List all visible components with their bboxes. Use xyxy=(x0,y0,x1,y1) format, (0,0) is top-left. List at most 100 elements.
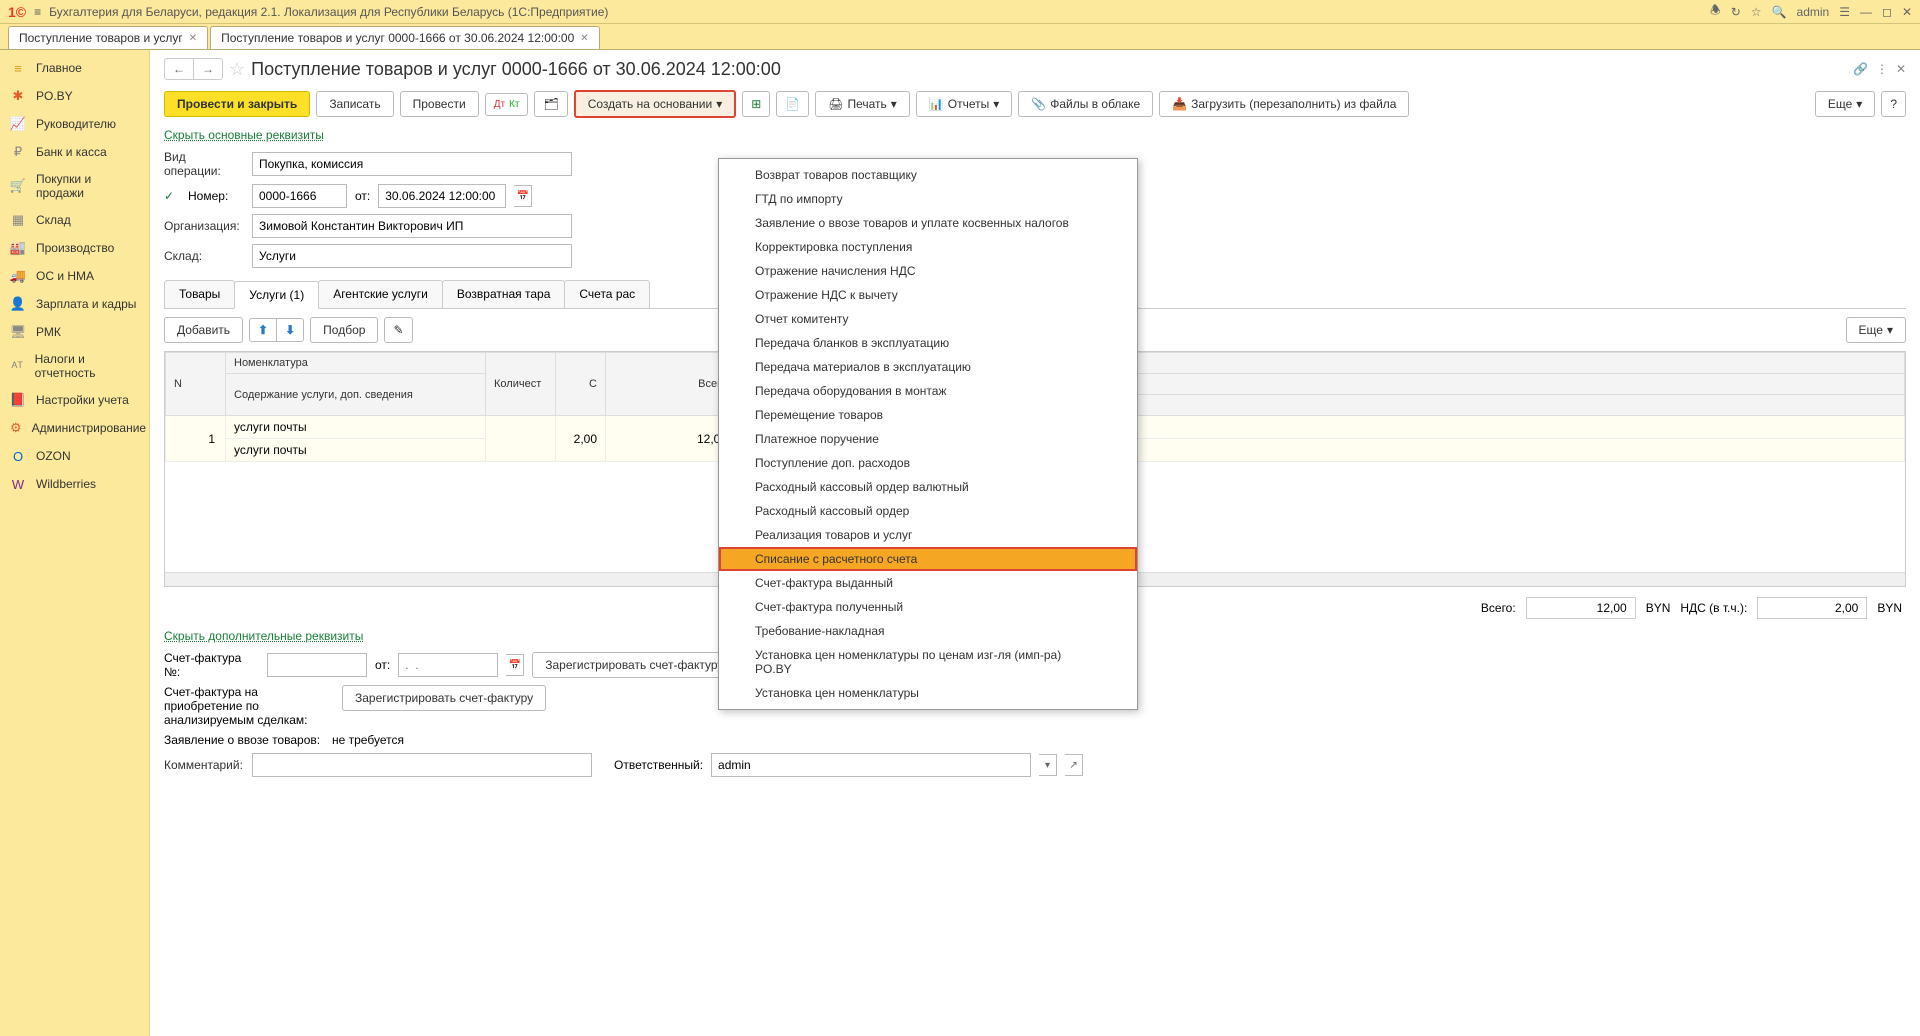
dropdown-item[interactable]: Заявление о ввозе товаров и уплате косве… xyxy=(719,211,1137,235)
dropdown-item[interactable]: Перемещение товаров xyxy=(719,403,1137,427)
sozdat-na-osnovanii-button[interactable]: Создать на основании ▾ xyxy=(574,90,737,118)
dropdown-item[interactable]: Передача оборудования в монтаж xyxy=(719,379,1137,403)
more-icon[interactable]: ⋮ xyxy=(1876,62,1888,76)
minimize-icon[interactable]: — xyxy=(1860,5,1872,19)
sidebar-item[interactable]: OOZON xyxy=(0,442,149,470)
favorite-star[interactable]: ☆ xyxy=(229,59,245,80)
provesti-zakryt-button[interactable]: Провести и закрыть xyxy=(164,91,310,117)
tree-icon-button[interactable]: 🗂 xyxy=(534,91,567,117)
down-arrow-button[interactable]: ⬇ xyxy=(277,319,303,341)
dropdown-item[interactable]: Счет-фактура выданный xyxy=(719,571,1137,595)
doc-tab[interactable]: Агентские услуги xyxy=(318,280,443,308)
dropdown-item[interactable]: Счет-фактура полученный xyxy=(719,595,1137,619)
close-icon[interactable]: ✕ xyxy=(189,33,197,44)
forward-arrow[interactable]: → xyxy=(194,59,222,79)
dropdown-item[interactable]: Требование-накладная xyxy=(719,619,1137,643)
calendar-icon[interactable]: 📅 xyxy=(514,185,532,207)
sidebar-item[interactable]: 📈Руководителю xyxy=(0,110,149,138)
link-icon[interactable]: 🔗 xyxy=(1853,62,1868,76)
dropdown-item[interactable]: Возврат товаров поставщику xyxy=(719,163,1137,187)
search-icon[interactable]: 🔍 xyxy=(1772,5,1787,19)
pechat-button[interactable]: 🖨 Печать ▾ xyxy=(815,91,910,117)
tab-item[interactable]: Поступление товаров и услуг 0000-1666 от… xyxy=(210,26,600,49)
edit-icon-button[interactable]: ✎ xyxy=(384,317,412,343)
sidebar-item[interactable]: 🏭Производство xyxy=(0,234,149,262)
sidebar-item[interactable]: 🖥РМК xyxy=(0,318,149,346)
vid-operacii-input[interactable] xyxy=(252,152,572,176)
user-name[interactable]: admin xyxy=(1797,5,1830,19)
doc-tab[interactable]: Возвратная тара xyxy=(442,280,566,308)
schet-faktura-date[interactable] xyxy=(398,653,498,677)
dropdown-item[interactable]: Расходный кассовый ордер валютный xyxy=(719,475,1137,499)
cell-nomenklatura[interactable]: услуги почты xyxy=(226,416,486,439)
sidebar-item[interactable]: ₽Банк и касса xyxy=(0,138,149,166)
dropdown-item[interactable]: Поступление доп. расходов xyxy=(719,451,1137,475)
kommentarij-input[interactable] xyxy=(252,753,592,777)
fayly-button[interactable]: 📎 Файлы в облаке xyxy=(1018,91,1153,117)
sidebar-item[interactable]: ▦Склад xyxy=(0,206,149,234)
esche-button[interactable]: Еще ▾ xyxy=(1815,91,1875,117)
cell-s[interactable]: 2,00 xyxy=(556,416,606,462)
nomer-input[interactable] xyxy=(252,184,347,208)
star-icon[interactable]: ☆ xyxy=(1751,5,1762,19)
sidebar-item[interactable]: ✱PO.BY xyxy=(0,82,149,110)
dropdown-item[interactable]: Отражение начисления НДС xyxy=(719,259,1137,283)
sklad-input[interactable] xyxy=(252,244,572,268)
sidebar-item[interactable]: ⚙Администрирование xyxy=(0,414,149,442)
schet-faktura-input[interactable] xyxy=(267,653,367,677)
cell-n[interactable]: 1 xyxy=(166,416,226,462)
doc-tab[interactable]: Счета рас xyxy=(564,280,650,308)
menu-icon[interactable]: ☰ xyxy=(1839,5,1850,19)
doc-tab[interactable]: Услуги (1) xyxy=(234,281,319,309)
dropdown-item[interactable]: Расходный кассовый ордер xyxy=(719,499,1137,523)
podbor-button[interactable]: Подбор xyxy=(310,317,378,343)
zapisat-button[interactable]: Записать xyxy=(316,91,393,117)
dropdown-item[interactable]: ГТД по импорту xyxy=(719,187,1137,211)
dropdown-item[interactable]: Платежное поручение xyxy=(719,427,1137,451)
zareg-faktura2-button[interactable]: Зарегистрировать счет-фактуру xyxy=(342,685,546,711)
close-icon[interactable]: ✕ xyxy=(1896,62,1906,76)
back-arrow[interactable]: ← xyxy=(165,59,194,79)
sidebar-item[interactable]: WWildberries xyxy=(0,470,149,498)
sidebar-item[interactable]: ≡Главное xyxy=(0,54,149,82)
cell-soderzhanie[interactable]: услуги почты xyxy=(226,439,486,462)
date-input[interactable] xyxy=(378,184,506,208)
close-icon[interactable]: ✕ xyxy=(580,33,588,44)
calendar-icon[interactable]: 📅 xyxy=(506,654,524,676)
sidebar-item[interactable]: 👤Зарплата и кадры xyxy=(0,290,149,318)
zagruzit-button[interactable]: 📥 Загрузить (перезаполнить) из файла xyxy=(1159,91,1409,117)
doc-tab[interactable]: Товары xyxy=(164,280,235,308)
esche-sub-button[interactable]: Еще ▾ xyxy=(1846,317,1906,343)
otvetstvennyj-input[interactable] xyxy=(711,753,1031,777)
sidebar-item[interactable]: 📕Настройки учета xyxy=(0,386,149,414)
bell-icon[interactable]: 🕭 xyxy=(1710,1,1721,22)
provesti-button[interactable]: Провести xyxy=(400,91,479,117)
dropdown-item[interactable]: Передача бланков в эксплуатацию xyxy=(719,331,1137,355)
sidebar-item[interactable]: 🚚ОС и НМА xyxy=(0,262,149,290)
dtkt-icon-button[interactable]: ДтКт xyxy=(485,93,529,116)
close-icon[interactable]: ✕ xyxy=(1902,5,1912,19)
maximize-icon[interactable]: ◻ xyxy=(1882,5,1892,19)
dropdown-item[interactable]: Установка цен номенклатуры xyxy=(719,681,1137,705)
skryt-dop-link[interactable]: Скрыть дополнительные реквизиты xyxy=(164,629,363,643)
skryt-rekvizity-link[interactable]: Скрыть основные реквизиты xyxy=(164,128,324,142)
dropdown-item[interactable]: Отчет комитенту xyxy=(719,307,1137,331)
cell-vsego[interactable]: 12,00 xyxy=(606,416,736,462)
excel-icon-button[interactable]: ⊞ xyxy=(742,91,770,117)
chevron-down-icon[interactable]: ▾ xyxy=(1039,754,1057,776)
zareg-faktura-button[interactable]: Зарегистрировать счет-фактуру xyxy=(532,652,736,678)
org-input[interactable] xyxy=(252,214,572,238)
dropdown-item[interactable]: Списание с расчетного счета xyxy=(719,547,1137,571)
up-arrow-button[interactable]: ⬆ xyxy=(250,319,277,341)
dobavit-button[interactable]: Добавить xyxy=(164,317,243,343)
dropdown-item[interactable]: Реализация товаров и услуг xyxy=(719,523,1137,547)
hamburger-icon[interactable]: ≡ xyxy=(34,5,41,19)
tab-item[interactable]: Поступление товаров и услуг ✕ xyxy=(8,26,208,49)
cell-kolichest[interactable] xyxy=(486,416,556,462)
dropdown-item[interactable]: Отражение НДС к вычету xyxy=(719,283,1137,307)
history-icon[interactable]: ↻ xyxy=(1731,5,1741,19)
sidebar-item[interactable]: 🛒Покупки и продажи xyxy=(0,166,149,206)
help-button[interactable]: ? xyxy=(1881,91,1906,117)
dropdown-item[interactable]: Корректировка поступления xyxy=(719,235,1137,259)
sidebar-item[interactable]: ᴬᵀНалоги и отчетность xyxy=(0,346,149,386)
